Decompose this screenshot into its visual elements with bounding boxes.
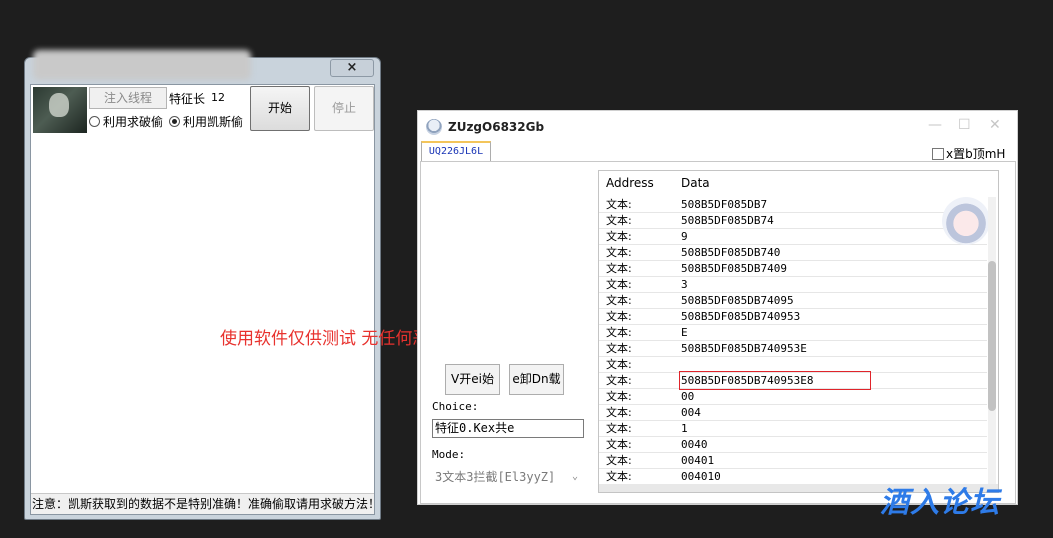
- list-row[interactable]: 文本: 004: [599, 405, 987, 421]
- row-address: 文本:: [606, 246, 632, 259]
- list-row[interactable]: 文本: 0040: [599, 437, 987, 453]
- avatar: [33, 87, 87, 133]
- list-row[interactable]: 文本: 508B5DF085DB740953E: [599, 341, 987, 357]
- row-data: 3: [681, 278, 688, 291]
- row-address: 文本:: [606, 454, 632, 467]
- row-data: 1: [681, 422, 688, 435]
- start-button[interactable]: V开ei始: [445, 364, 500, 395]
- row-address: 文本:: [606, 326, 632, 339]
- right-window: ZUzgO6832Gb — ☐ ✕ UQ226JL6L x置b顶mH V开ei始…: [417, 110, 1018, 505]
- start-button[interactable]: 开始: [250, 86, 310, 131]
- row-data: 508B5DF085DB74095: [681, 294, 794, 307]
- row-data: 004: [681, 406, 701, 419]
- list-header: Address Data: [599, 171, 998, 195]
- window-title: ZUzgO6832Gb: [448, 120, 545, 134]
- row-data: 004010: [681, 470, 721, 483]
- checkbox-icon[interactable]: [932, 148, 944, 160]
- topmost-checkbox-label: x置b顶mH: [946, 147, 1006, 161]
- radio-selected-icon[interactable]: [169, 116, 180, 127]
- list-row[interactable]: 文本: 508B5DF085DB7: [599, 197, 987, 213]
- row-address: 文本:: [606, 470, 632, 483]
- mode-select-value: 3文本3拦截[El3yyZ]: [435, 470, 556, 484]
- row-data: 9: [681, 230, 688, 243]
- row-address: 文本:: [606, 374, 632, 387]
- inject-thread-button[interactable]: 注入线程: [89, 87, 167, 109]
- row-address: 文本:: [606, 422, 632, 435]
- left-window-titlebar[interactable]: ×: [25, 50, 380, 84]
- left-window-client: 注入线程 特征长 利用求破偷 利用凯斯偷 开始 停止 注意：凯斯获取到的数据不是…: [30, 84, 375, 515]
- list-row[interactable]: 文本: 508B5DF085DB740953: [599, 309, 987, 325]
- row-address: 文本:: [606, 262, 632, 275]
- tab-panel: V开ei始 e卸Dn载 Choice: 特征0.Kex共e Mode: 3文本3…: [420, 161, 1016, 504]
- row-address: 文本:: [606, 390, 632, 403]
- row-data: 508B5DF085DB740: [681, 246, 781, 259]
- list-row[interactable]: 文本: 9: [599, 229, 987, 245]
- row-data: 00401: [681, 454, 715, 467]
- row-data: 508B5DF085DB74: [681, 214, 774, 227]
- feature-length-label: 特征长: [169, 92, 206, 106]
- radio-crack[interactable]: 利用求破偷: [89, 113, 163, 130]
- row-data: 0040: [681, 438, 708, 451]
- row-data: 508B5DF085DB740953E: [681, 342, 807, 355]
- radio-kaisi-label: 利用凯斯偷: [183, 115, 244, 129]
- list-row[interactable]: 文本: 1: [599, 421, 987, 437]
- list-row[interactable]: 文本:: [599, 357, 987, 373]
- row-address: 文本:: [606, 438, 632, 451]
- choice-label: Choice:: [432, 400, 479, 413]
- status-bar: 注意：凯斯获取到的数据不是特别准确！准确偷取请用求破方法！: [31, 493, 374, 514]
- list-row[interactable]: 文本: 508B5DF085DB74: [599, 213, 987, 229]
- forum-watermark: 酒入论坛: [880, 485, 1001, 519]
- row-address: 文本:: [606, 230, 632, 243]
- choice-input[interactable]: 特征0.Kex共e: [432, 419, 584, 438]
- list-row[interactable]: 文本: 508B5DF085DB74095: [599, 293, 987, 309]
- row-data: 508B5DF085DB740953E8: [678, 371, 872, 390]
- close-button[interactable]: ×: [330, 59, 374, 77]
- mode-label: Mode:: [432, 448, 466, 461]
- list-row[interactable]: 文本: 508B5DF085DB740953E8: [599, 371, 987, 390]
- tab-main[interactable]: UQ226JL6L: [421, 141, 491, 162]
- row-data: 508B5DF085DB740953: [681, 310, 801, 323]
- blurred-title: [33, 50, 251, 80]
- list-row[interactable]: 文本: 508B5DF085DB7409: [599, 261, 987, 277]
- list-body: 文本: 508B5DF085DB7 文本: 508B5DF085DB74 文本: 9 文本:…: [599, 197, 987, 485]
- list-row[interactable]: 文本: 00: [599, 389, 987, 405]
- feature-length-input[interactable]: [209, 87, 249, 108]
- scrollbar-thumb[interactable]: [988, 261, 996, 411]
- row-address: 文本:: [606, 278, 632, 291]
- list-row[interactable]: 文本: 3: [599, 277, 987, 293]
- column-address[interactable]: Address: [606, 171, 654, 195]
- row-data: E: [681, 326, 688, 339]
- row-data: 508B5DF085DB7: [681, 198, 768, 211]
- row-address: 文本:: [606, 342, 632, 355]
- row-address: 文本:: [606, 214, 632, 227]
- row-data: 00: [681, 390, 695, 403]
- mode-select[interactable]: 3文本3拦截[El3yyZ] ⌄: [432, 466, 584, 488]
- data-listview[interactable]: Address Data 文本: 508B5DF085DB7 文本: 508B5DF0…: [598, 170, 999, 493]
- row-address: 文本:: [606, 310, 632, 323]
- minimize-icon[interactable]: —: [928, 117, 942, 133]
- list-row[interactable]: 文本: E: [599, 325, 987, 341]
- radio-icon[interactable]: [89, 116, 100, 127]
- maximize-icon[interactable]: ☐: [958, 117, 971, 133]
- row-address: 文本:: [606, 358, 632, 371]
- radio-crack-label: 利用求破偷: [103, 115, 164, 129]
- row-data: 508B5DF085DB7409: [681, 262, 787, 275]
- list-row[interactable]: 文本: 508B5DF085DB740: [599, 245, 987, 261]
- left-window: × 注入线程 特征长 利用求破偷 利用凯斯偷 开始 停止 注意：凯斯获取到的数据…: [24, 50, 381, 520]
- row-address: 文本:: [606, 406, 632, 419]
- chevron-down-icon[interactable]: ⌄: [572, 466, 578, 488]
- topmost-checkbox[interactable]: x置b顶mH: [932, 145, 1005, 162]
- mascot-avatar: [942, 197, 990, 245]
- disclaimer-text: 使用软件仅供测试 无任何恶意: [220, 329, 447, 349]
- app-icon: [426, 119, 442, 135]
- stop-button[interactable]: 停止: [314, 86, 374, 131]
- column-data[interactable]: Data: [681, 171, 710, 195]
- radio-kaisi[interactable]: 利用凯斯偷: [169, 113, 243, 130]
- row-address: 文本:: [606, 198, 632, 211]
- row-address: 文本:: [606, 294, 632, 307]
- list-row[interactable]: 文本: 00401: [599, 453, 987, 469]
- close-icon[interactable]: ✕: [989, 117, 1001, 133]
- unload-button[interactable]: e卸Dn载: [509, 364, 564, 395]
